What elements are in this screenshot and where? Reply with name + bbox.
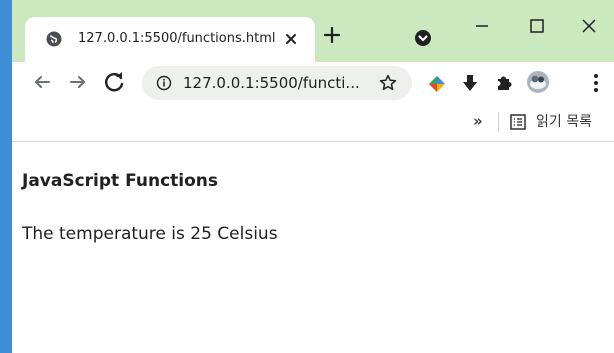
temperature-text: The temperature is 25 Celsius [22,224,278,244]
desktop-edge [0,0,12,353]
minimize-icon[interactable] [462,8,502,46]
url-text[interactable]: 127.0.0.1:5500/functi... [183,72,360,94]
active-tab[interactable]: 127.0.0.1:5500/functions.html [25,17,315,62]
reload-icon[interactable] [102,69,128,95]
profile-avatar[interactable] [526,70,550,94]
new-tab-icon[interactable] [321,24,343,46]
window-close-icon[interactable] [569,8,609,46]
puzzle-extension-icon[interactable] [493,72,515,94]
tab-strip: 127.0.0.1:5500/functions.html [12,0,614,62]
browser-window: 127.0.0.1:5500/functions.html 127.0.0.1:… [12,0,614,353]
download-extension-icon[interactable] [459,72,481,94]
info-icon[interactable] [156,75,172,91]
tab-title: 127.0.0.1:5500/functions.html [78,31,276,46]
reading-list-icon[interactable] [509,113,527,131]
address-bar[interactable]: 127.0.0.1:5500/functi... [142,66,412,100]
colorful-extension-icon[interactable] [426,72,448,94]
menu-dots-icon[interactable] [590,71,602,95]
forward-arrow-icon[interactable] [65,69,91,95]
bookmarks-more-button[interactable]: » [473,112,483,130]
back-arrow-icon[interactable] [29,69,55,95]
close-icon[interactable] [283,31,299,47]
globe-icon [46,31,62,47]
page-content: JavaScript Functions The temperature is … [12,142,614,353]
tab-search-icon[interactable] [413,28,433,48]
page-heading: JavaScript Functions [22,171,218,191]
bookmark-star-icon[interactable] [378,73,398,93]
reading-list-label[interactable]: 읽기 목록 [536,111,592,133]
bookmarks-divider [498,112,499,132]
maximize-icon[interactable] [517,8,557,46]
bookmarks-bar: » 읽기 목록 [12,104,614,140]
browser-toolbar: 127.0.0.1:5500/functi... [12,62,614,104]
